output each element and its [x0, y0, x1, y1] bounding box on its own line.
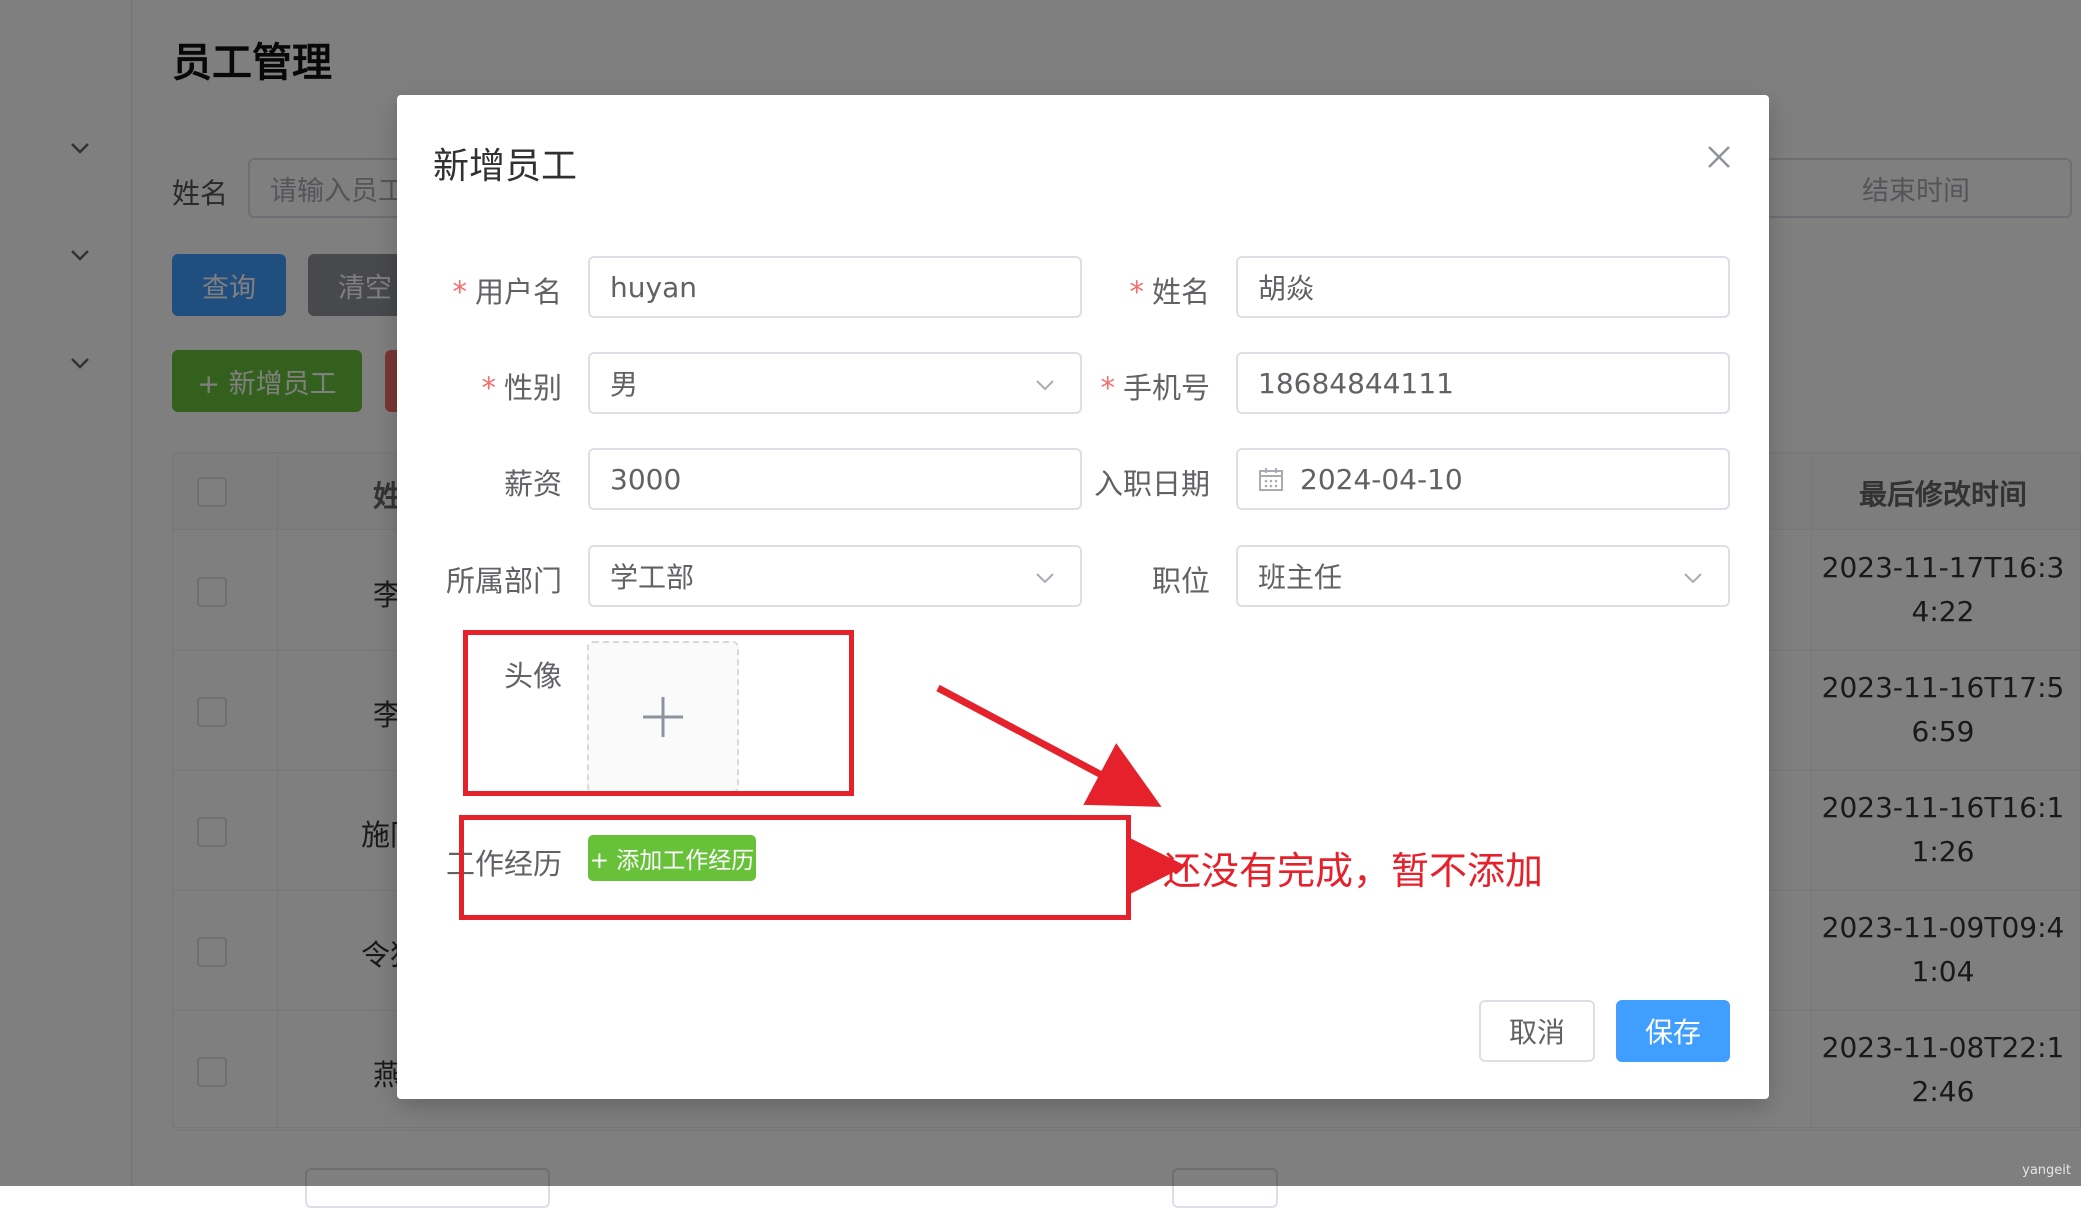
annotation-arrows: [936, 684, 1186, 896]
arrow-icon: [936, 684, 1162, 807]
watermark: yangeit: [2022, 1163, 2071, 1178]
annotation-text: 还没有完成，暂不添加: [1163, 849, 1544, 893]
